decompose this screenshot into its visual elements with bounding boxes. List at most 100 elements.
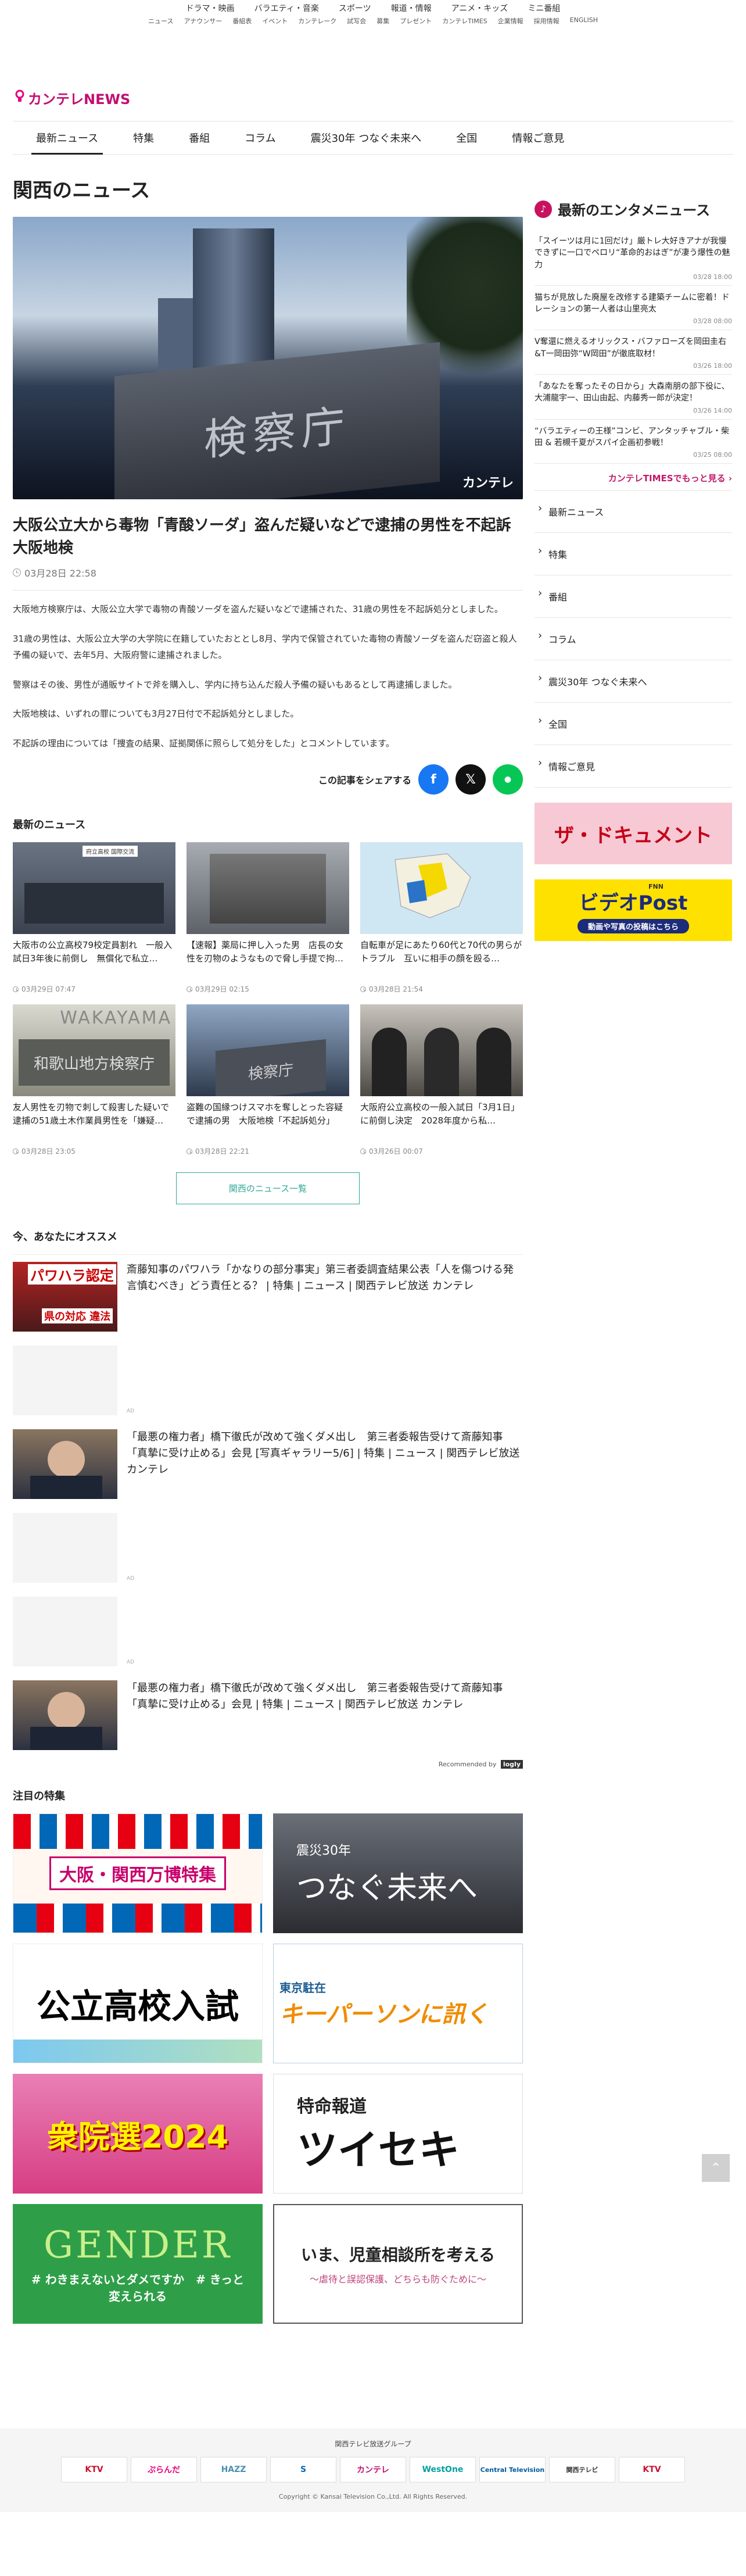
facebook-share-button[interactable]: f xyxy=(418,764,449,795)
global-subnav-item[interactable]: アナウンサー xyxy=(184,16,222,26)
feature-jidou[interactable]: いま、児童相談所を考える 〜虐待と誤認保護、どちらも防ぐために〜 xyxy=(273,2204,523,2324)
recommend-ad[interactable]: AD xyxy=(13,1590,523,1673)
entertainment-news-item[interactable]: 「あなたを奪ったその日から」大森南朋の部下役に、大浦龍宇一、田山由起、内藤秀一郎… xyxy=(535,375,732,420)
global-nav-secondary: ニュース アナウンサー 番組表 イベント カンテレーク 試写会 募集 プレゼント… xyxy=(148,16,598,26)
facebook-icon: f xyxy=(431,772,436,787)
entertainment-news-item[interactable]: 「スイーツは月に1回だけ」厳トレ大好きアナが我慢できずに一口でペロリ“革命的おは… xyxy=(535,230,732,286)
global-subnav-item[interactable]: 企業情報 xyxy=(498,16,523,26)
nav-tab-feature[interactable]: 特集 xyxy=(116,121,171,155)
global-nav-item[interactable]: バラエティ・音楽 xyxy=(254,2,319,14)
footer-logo[interactable]: Central Television xyxy=(479,2457,546,2482)
sidebar-link[interactable]: 特集 xyxy=(535,533,732,576)
sidebar-link[interactable]: 番組 xyxy=(535,575,732,618)
nav-tab-national[interactable]: 全国 xyxy=(439,121,494,155)
feature-exam[interactable]: 公立高校入試 xyxy=(13,1944,263,2063)
entertainment-news-item[interactable]: “バラエティーの王様”コンビ、アンタッチャブル・柴田 & 若槻千夏がスパイ企画初… xyxy=(535,420,732,464)
news-thumbnail: WAKAYAMA 和歌山地方検察庁 xyxy=(13,1004,175,1096)
global-nav-item[interactable]: アニメ・キッズ xyxy=(451,2,508,14)
news-card[interactable]: 検察庁 盗難の国縁つけスマホを奪しとった容疑で逮捕の男 大阪地検「不起訴処分」 … xyxy=(186,1004,349,1156)
thumb-caption: 検察庁 xyxy=(216,1039,326,1096)
recommend-item[interactable]: 「最悪の権力者」橋下徹氏が改めて強くダメ出し 第三者委報告受けて斎藤知事「真摯に… xyxy=(13,1673,523,1757)
recommend-item[interactable]: パワハラ認定 県の対応 違法 斎藤知事のパワハラ「かなりの部分事実」第三者委調査… xyxy=(13,1255,523,1339)
nav-tab-quake[interactable]: 震災30年 つなぐ未来へ xyxy=(293,121,439,155)
news-card[interactable]: WAKAYAMA 和歌山地方検察庁 友人男性を刃物で刺して殺害した疑いで逮捕の5… xyxy=(13,1004,175,1156)
footer-logo[interactable]: S xyxy=(270,2457,336,2482)
global-nav-item[interactable]: 報道・情報 xyxy=(391,2,432,14)
map-illustration xyxy=(394,853,471,918)
recommend-ad[interactable]: AD xyxy=(13,1506,523,1590)
feature-grid: 大阪・関西万博特集 震災30年 つなぐ未来へ 公立高校入試 東京駐在 キーパーソ… xyxy=(13,1813,523,2324)
recommend-heading: 今、あなたにオススメ xyxy=(13,1231,117,1243)
feature-quake-title: つなぐ未来へ xyxy=(296,1870,478,1906)
entertainment-news-item[interactable]: 猫ちが見放した廃屋を改修する建築チームに密着！ドレーションの第一人者は山里亮太 … xyxy=(535,286,732,331)
logly-logo[interactable]: logly xyxy=(500,1760,523,1769)
global-nav-item[interactable]: ドラマ・映画 xyxy=(186,2,235,14)
site-logo-text: カンテレNEWS xyxy=(28,91,131,108)
footer-logo[interactable]: ぷらんだ xyxy=(131,2457,197,2482)
recommend-ad[interactable]: AD xyxy=(13,1339,523,1422)
footer-logo[interactable]: 関西テレビ xyxy=(549,2457,615,2482)
global-subnav-item[interactable]: プレゼント xyxy=(400,16,432,26)
footer-logo[interactable]: KTV xyxy=(619,2457,685,2482)
nav-tab-tips[interactable]: 情報ご意見 xyxy=(494,121,582,155)
feature-tsuiseki[interactable]: 特命報道 ツイセキ xyxy=(273,2074,523,2194)
x-share-button[interactable]: 𝕏 xyxy=(456,764,486,795)
footer-logo[interactable]: KTV xyxy=(61,2457,127,2482)
nav-tab-program[interactable]: 番組 xyxy=(171,121,227,155)
feature-election[interactable]: 衆院選2024 xyxy=(13,2074,263,2194)
the-document-banner[interactable]: ザ・ドキュメント xyxy=(535,803,732,865)
global-subnav-item[interactable]: ニュース xyxy=(148,16,173,26)
sidebar-link[interactable]: 震災30年 つなぐ未来へ xyxy=(535,660,732,703)
global-subnav-item[interactable]: ENGLISH xyxy=(570,16,598,26)
global-subnav-item[interactable]: カンテレーク xyxy=(298,16,336,26)
global-subnav-item[interactable]: カンテレTIMES xyxy=(442,16,487,26)
entertainment-news-date: 03/28 18:00 xyxy=(693,273,732,281)
global-nav-item[interactable]: ミニ番組 xyxy=(528,2,560,14)
sidebar-heading-text: 最新のエンタメニュース xyxy=(558,202,711,219)
kantele-times-more-link[interactable]: カンテレTIMESでもっと見る › xyxy=(535,472,732,484)
entertainment-icon: ♪ xyxy=(535,200,552,218)
news-card[interactable]: 大阪府公立高校の一般入試日「3月1日」に前倒し決定 2028年度から私… 03月… xyxy=(360,1004,523,1156)
thumb-caption: 府立高校 国際交流 xyxy=(83,846,138,857)
nav-tab-column[interactable]: コラム xyxy=(227,121,293,155)
global-subnav-item[interactable]: 試写会 xyxy=(347,16,366,26)
site-logo[interactable]: カンテレNEWS xyxy=(14,88,130,108)
feature-keyperson[interactable]: 東京駐在 キーパーソンに訊く xyxy=(273,1944,523,2063)
entertainment-news-item[interactable]: V奪還に燃えるオリックス・バファローズを岡田圭右&T一岡田弥“W岡田”が徹底取材… xyxy=(535,330,732,375)
feature-quake[interactable]: 震災30年 つなぐ未来へ xyxy=(273,1813,523,1933)
article-paragraph: 大阪地検は、いずれの罪についても3月27日付で不起訴処分としました。 xyxy=(13,709,299,719)
news-card-title: 【速報】薬局に押し入った男 店長の女性を刃物のようなもので脅し手提で拘… xyxy=(186,940,344,964)
feature-exam-title: 公立高校入試 xyxy=(36,1987,239,2026)
global-subnav-item[interactable]: 採用情報 xyxy=(534,16,560,26)
recommend-item[interactable]: 「最悪の権力者」橋下徹氏が改めて強くダメ出し 第三者委報告受けて斎藤知事「真摯に… xyxy=(13,1422,523,1506)
sidebar-nav: 最新ニュース 特集 番組 コラム 震災30年 つなぐ未来へ 全国 情報ご意見 xyxy=(535,490,732,788)
news-card[interactable]: 自転車が足にあたり60代と70代の男らがトラブル 互いに相手の顔を殴る… 03月… xyxy=(360,842,523,994)
sidebar-link[interactable]: 情報ご意見 xyxy=(535,745,732,788)
news-card[interactable]: 府立高校 国際交流 大阪市の公立高校79校定員割れ 一般入試日3年後に前倒し 無… xyxy=(13,842,175,994)
global-nav-item[interactable]: スポーツ xyxy=(339,2,371,14)
sidebar-link[interactable]: コラム xyxy=(535,618,732,661)
nav-tab-latest[interactable]: 最新ニュース xyxy=(19,121,116,155)
sidebar-link[interactable]: 全国 xyxy=(535,703,732,746)
thumb-caption: WAKAYAMA xyxy=(60,1008,172,1028)
footer-logo[interactable]: カンテレ xyxy=(340,2457,406,2482)
global-subnav-item[interactable]: 番組表 xyxy=(232,16,252,26)
video-post-banner[interactable]: FNN ビデオPost 動画や写真の投稿はこちら xyxy=(535,879,732,942)
news-thumbnail: 検察庁 xyxy=(186,1004,349,1096)
feature-expo[interactable]: 大阪・関西万博特集 xyxy=(13,1813,263,1933)
kansai-news-list-button[interactable]: 関西のニュース一覧 xyxy=(175,1172,360,1204)
entertainment-news-title: 猫ちが見放した廃屋を改修する建築チームに密着！ドレーションの第一人者は山里亮太 xyxy=(535,292,730,314)
feature-gender[interactable]: GENDER # わきまえないとダメですか # きっと変えられる xyxy=(13,2204,263,2324)
entertainment-news-title: “バラエティーの王様”コンビ、アンタッチャブル・柴田 & 若槻千夏がスパイ企画初… xyxy=(535,426,729,448)
sidebar-link[interactable]: 最新ニュース xyxy=(535,491,732,534)
news-card-date-text: 03月28日 23:05 xyxy=(21,1147,76,1155)
global-subnav-item[interactable]: 募集 xyxy=(376,16,389,26)
main-nav: 最新ニュース 特集 番組 コラム 震災30年 つなぐ未来へ 全国 情報ご意見 xyxy=(13,121,733,155)
line-share-button[interactable]: ● xyxy=(493,764,523,795)
recommend-list: パワハラ認定 県の対応 違法 斎藤知事のパワハラ「かなりの部分事実」第三者委調査… xyxy=(13,1254,523,1757)
global-subnav-item[interactable]: イベント xyxy=(262,16,288,26)
footer-logo[interactable]: HAZZ xyxy=(200,2457,267,2482)
news-card[interactable]: 【速報】薬局に押し入った男 店長の女性を刃物のようなもので脅し手提で拘… 03月… xyxy=(186,842,349,994)
scroll-to-top-button[interactable]: ⌃ xyxy=(702,2154,730,2182)
footer-logo[interactable]: WestOne xyxy=(410,2457,476,2482)
